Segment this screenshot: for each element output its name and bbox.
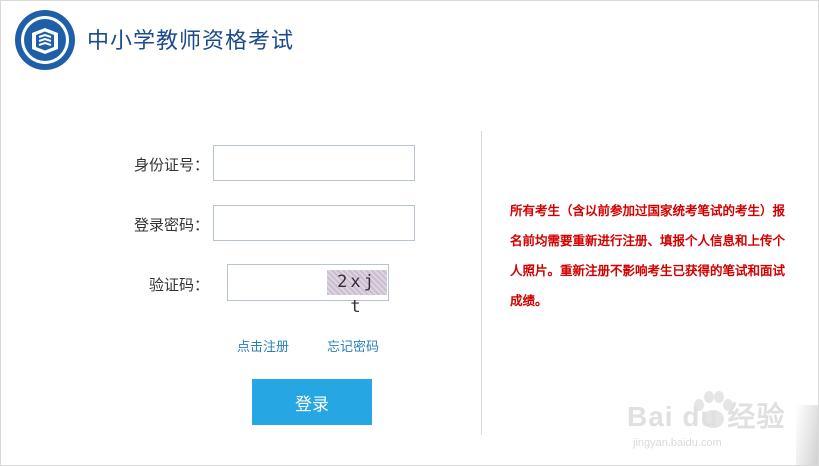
page-curl [796,405,818,465]
site-title: 中小学教师资格考试 [87,29,295,54]
password-row: 登录密码： [1,206,209,242]
book-emblem-icon [15,10,75,70]
password-input[interactable] [213,205,415,241]
captcha-label: 验证码： [148,276,209,294]
id-number-input[interactable] [213,145,415,181]
register-link[interactable]: 点击注册 [237,336,289,355]
id-number-row: 身份证号： [1,146,209,182]
captcha-row: 验证码： [1,266,209,302]
baidu-watermark: Bai du 经验 jingyan.baidu.com [619,379,805,463]
watermark-url: jingyan.baidu.com [633,437,722,449]
captcha-input[interactable]: 2xj t [227,264,389,317]
login-page: 中小学教师资格考试 身份证号： 登录密码： 验证码： 2xj t 点击注册 忘记… [0,0,819,466]
id-number-label: 身份证号： [133,156,209,174]
site-header: 中小学教师资格考试 [1,1,818,79]
login-button[interactable]: 登录 [252,379,372,425]
password-label: 登录密码： [133,216,209,234]
vertical-divider [481,131,482,435]
captcha-image[interactable]: 2xj t [327,270,387,317]
watermark-main-text: Bai du 经验 [627,401,786,432]
registration-notice: 所有考生（含以前参加过国家统考笔试的考生）报名前均需要重新进行注册、填报个人信息… [510,203,786,308]
forgot-password-link[interactable]: 忘记密码 [327,336,379,355]
